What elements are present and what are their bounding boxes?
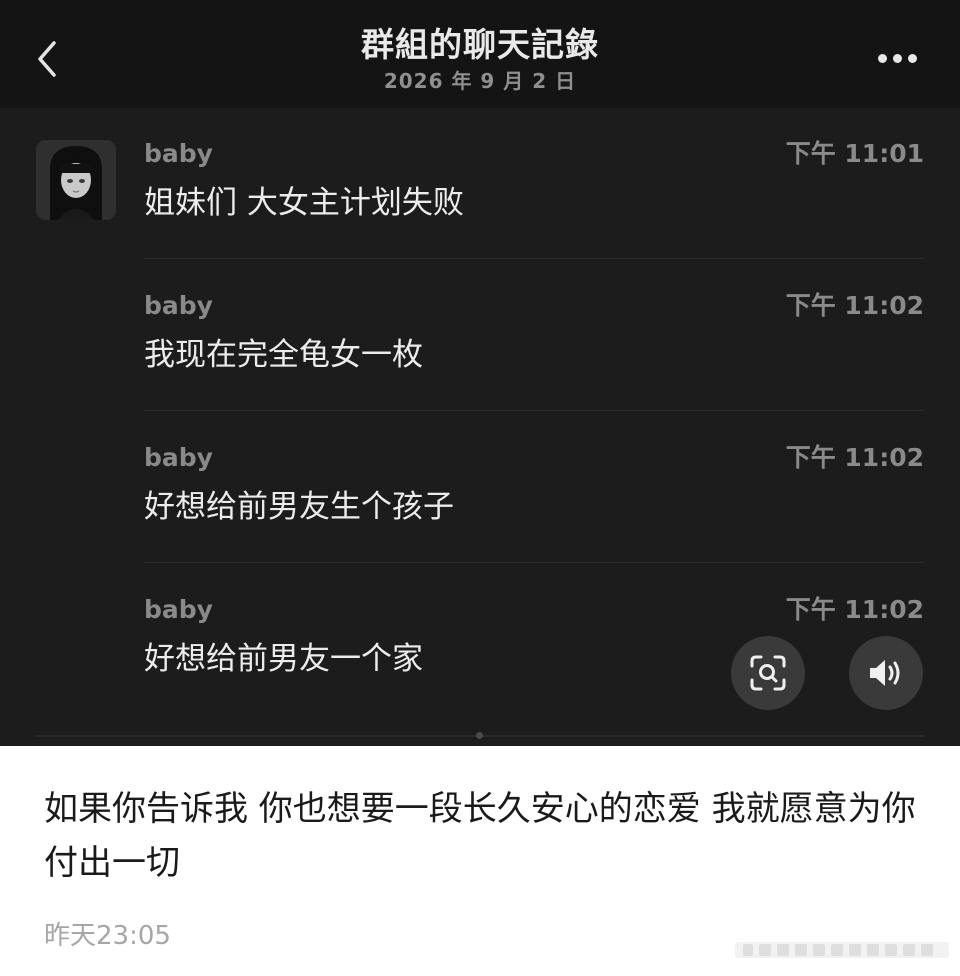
message-text: 我现在完全龟女一枚 (144, 337, 423, 373)
post-caption: 如果你告诉我 你也想要一段长久安心的恋爱 我就愿意为你付出一切 (44, 789, 916, 883)
chat-message: baby 下午 11:01 姐妹们 大女主计划失败 (144, 140, 924, 250)
chat-title: 群組的聊天記錄 (361, 25, 599, 64)
message-sender: baby (144, 595, 213, 624)
chat-message: baby 下午 11:02 好想给前男友一个家 (144, 596, 924, 706)
speaker-button[interactable] (849, 636, 923, 710)
scan-button[interactable] (731, 636, 805, 710)
message-time: 下午 11:02 (785, 595, 924, 624)
message-divider (144, 562, 924, 563)
chat-message: baby 下午 11:02 我现在完全龟女一枚 (144, 292, 924, 402)
speaker-icon (870, 660, 900, 686)
message-time: 下午 11:01 (785, 139, 924, 168)
message-text: 好想给前男友一个家 (144, 641, 423, 677)
message-time: 下午 11:02 (785, 291, 924, 320)
avatar[interactable] (36, 140, 116, 220)
avatar-portrait-image (36, 140, 116, 220)
message-sender: baby (144, 139, 213, 168)
message-divider (144, 258, 924, 259)
message-time: 下午 11:02 (785, 443, 924, 472)
message-sender: baby (144, 443, 213, 472)
message-text: 好想给前男友生个孩子 (144, 489, 454, 525)
chat-header: 群組的聊天記錄 2026 年 9 月 2 日 (0, 0, 960, 108)
post-timestamp: 昨天23:05 (44, 921, 171, 951)
chat-message: baby 下午 11:02 好想给前男友生个孩子 (144, 444, 924, 554)
scan-icon (750, 655, 786, 691)
watermark-logo (733, 936, 953, 964)
chat-date: 2026 年 9 月 2 日 (383, 69, 577, 93)
message-divider (144, 410, 924, 411)
page-indicator-dot (476, 732, 483, 739)
more-button[interactable] (872, 50, 922, 68)
message-sender: baby (144, 291, 213, 320)
chat-history-screenshot: 群組的聊天記錄 2026 年 9 月 2 日 baby 下午 11:01 姐妹们… (0, 0, 960, 746)
header-title-block: 群組的聊天記錄 2026 年 9 月 2 日 (0, 24, 960, 94)
message-text: 姐妹们 大女主计划失败 (144, 185, 464, 221)
